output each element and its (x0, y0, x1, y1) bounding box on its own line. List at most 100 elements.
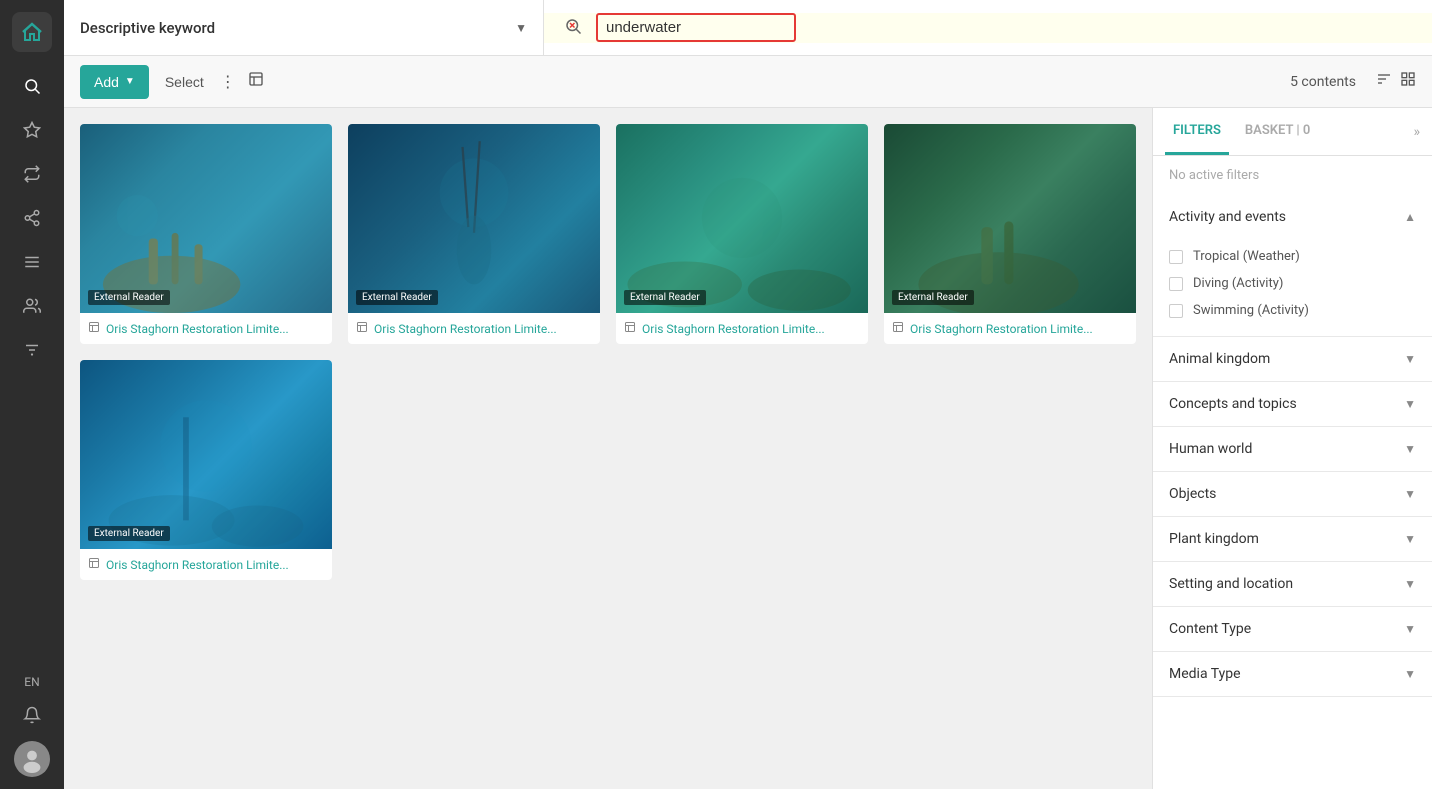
sidebar-item-share[interactable] (14, 200, 50, 236)
filter-section-arrow-icon: ▼ (1404, 397, 1416, 411)
sidebar-item-star[interactable] (14, 112, 50, 148)
external-reader-badge: External Reader (88, 526, 170, 541)
filter-checkbox-0-1[interactable] (1169, 277, 1183, 291)
filter-section-header-6[interactable]: Setting and location ▼ (1153, 562, 1432, 606)
filter-section-label: Content Type (1169, 621, 1251, 637)
grid-item[interactable]: External Reader Oris Staghorn Restoratio… (348, 124, 600, 344)
tab-basket[interactable]: BASKET | 0 (1237, 109, 1318, 155)
dropdown-arrow-icon: ▼ (515, 21, 527, 35)
sidebar-item-notifications[interactable] (14, 697, 50, 733)
item-info: Oris Staghorn Restoration Limite... (80, 313, 332, 344)
sidebar-item-transfer[interactable] (14, 156, 50, 192)
external-reader-badge: External Reader (356, 290, 438, 305)
sidebar: EN (0, 0, 64, 789)
filter-section-header-7[interactable]: Content Type ▼ (1153, 607, 1432, 651)
filter-section-arrow-icon: ▲ (1404, 210, 1416, 224)
media-icon (356, 321, 368, 336)
grid-item[interactable]: External Reader Oris Staghorn Restoratio… (616, 124, 868, 344)
item-title: Oris Staghorn Restoration Limite... (106, 558, 289, 572)
more-options-button[interactable]: ⋮ (220, 72, 236, 92)
filter-section-arrow-icon: ▼ (1404, 622, 1416, 636)
filter-item: Swimming (Activity) (1169, 297, 1416, 324)
filter-item: Tropical (Weather) (1169, 243, 1416, 270)
filter-section-label: Media Type (1169, 666, 1241, 682)
media-icon (88, 321, 100, 336)
thumbnail-2: External Reader (348, 124, 600, 313)
top-bar: Descriptive keyword ▼ (64, 0, 1432, 56)
edit-button[interactable] (248, 71, 264, 92)
right-panel: FILTERS BASKET | 0 » No active filters A… (1152, 108, 1432, 789)
filter-section-label: Plant kingdom (1169, 531, 1259, 547)
filter-section-label: Human world (1169, 441, 1252, 457)
sidebar-item-search[interactable] (14, 68, 50, 104)
grid-item[interactable]: External Reader Oris Staghorn Restoratio… (80, 360, 332, 580)
filter-section-header-5[interactable]: Plant kingdom ▼ (1153, 517, 1432, 561)
filter-item-label: Diving (Activity) (1193, 276, 1283, 291)
media-grid: External Reader Oris Staghorn Restoratio… (80, 124, 1136, 580)
filter-item: Diving (Activity) (1169, 270, 1416, 297)
filter-checkbox-0-2[interactable] (1169, 304, 1183, 318)
toolbar: Add ▼ Select ⋮ 5 contents (64, 56, 1432, 108)
sidebar-item-filters[interactable] (14, 332, 50, 368)
filter-section-4: Objects ▼ (1153, 472, 1432, 517)
thumbnail-3: External Reader (616, 124, 868, 313)
item-title: Oris Staghorn Restoration Limite... (374, 322, 557, 336)
search-area (544, 13, 1432, 43)
app-logo[interactable] (12, 12, 52, 52)
add-button[interactable]: Add ▼ (80, 65, 149, 99)
media-icon (88, 557, 100, 572)
filter-section-header-3[interactable]: Human world ▼ (1153, 427, 1432, 471)
keyword-selector[interactable]: Descriptive keyword ▼ (64, 0, 544, 55)
item-title: Oris Staghorn Restoration Limite... (642, 322, 825, 336)
filter-section-arrow-icon: ▼ (1404, 442, 1416, 456)
filter-section-5: Plant kingdom ▼ (1153, 517, 1432, 562)
filter-section-arrow-icon: ▼ (1404, 487, 1416, 501)
media-icon (892, 321, 904, 336)
item-info: Oris Staghorn Restoration Limite... (616, 313, 868, 344)
filter-section-header-1[interactable]: Animal kingdom ▼ (1153, 337, 1432, 381)
filter-section-2: Concepts and topics ▼ (1153, 382, 1432, 427)
filters-scroll: No active filters Activity and events ▲ … (1153, 156, 1432, 789)
search-clear-icon[interactable] (560, 13, 586, 43)
filter-section-arrow-icon: ▼ (1404, 532, 1416, 546)
filter-section-8: Media Type ▼ (1153, 652, 1432, 697)
filter-item-label: Tropical (Weather) (1193, 249, 1300, 264)
content-area: External Reader Oris Staghorn Restoratio… (64, 108, 1432, 789)
media-icon (624, 321, 636, 336)
filter-checkbox-0-0[interactable] (1169, 250, 1183, 264)
panel-expand-icon[interactable]: » (1413, 124, 1420, 140)
filter-section-label: Activity and events (1169, 209, 1286, 225)
select-button[interactable]: Select (157, 70, 212, 94)
grid-item[interactable]: External Reader Oris Staghorn Restoratio… (80, 124, 332, 344)
user-avatar[interactable] (14, 741, 50, 777)
filter-section-arrow-icon: ▼ (1404, 352, 1416, 366)
external-reader-badge: External Reader (88, 290, 170, 305)
filter-section-label: Animal kingdom (1169, 351, 1270, 367)
sidebar-item-users[interactable] (14, 288, 50, 324)
grid-item[interactable]: External Reader Oris Staghorn Restoratio… (884, 124, 1136, 344)
filter-section-arrow-icon: ▼ (1404, 577, 1416, 591)
external-reader-badge: External Reader (624, 290, 706, 305)
filter-section-label: Objects (1169, 486, 1216, 502)
item-title: Oris Staghorn Restoration Limite... (106, 322, 289, 336)
filter-section-header-4[interactable]: Objects ▼ (1153, 472, 1432, 516)
filter-section-header-2[interactable]: Concepts and topics ▼ (1153, 382, 1432, 426)
add-label: Add (94, 74, 119, 90)
filter-section-header-0[interactable]: Activity and events ▲ (1153, 195, 1432, 239)
tab-filters[interactable]: FILTERS (1165, 109, 1229, 155)
filter-section-label: Concepts and topics (1169, 396, 1297, 412)
sort-button[interactable] (1376, 71, 1392, 92)
sidebar-item-list[interactable] (14, 244, 50, 280)
filter-section-header-8[interactable]: Media Type ▼ (1153, 652, 1432, 696)
filter-section-3: Human world ▼ (1153, 427, 1432, 472)
grid-view-button[interactable] (1400, 71, 1416, 92)
language-selector[interactable]: EN (24, 675, 39, 689)
item-title: Oris Staghorn Restoration Limite... (910, 322, 1093, 336)
search-input[interactable] (596, 13, 796, 42)
add-arrow-icon: ▼ (125, 76, 135, 87)
item-info: Oris Staghorn Restoration Limite... (80, 549, 332, 580)
view-options (1376, 71, 1416, 92)
external-reader-badge: External Reader (892, 290, 974, 305)
filter-section-label: Setting and location (1169, 576, 1293, 592)
panel-tabs: FILTERS BASKET | 0 » (1153, 108, 1432, 156)
